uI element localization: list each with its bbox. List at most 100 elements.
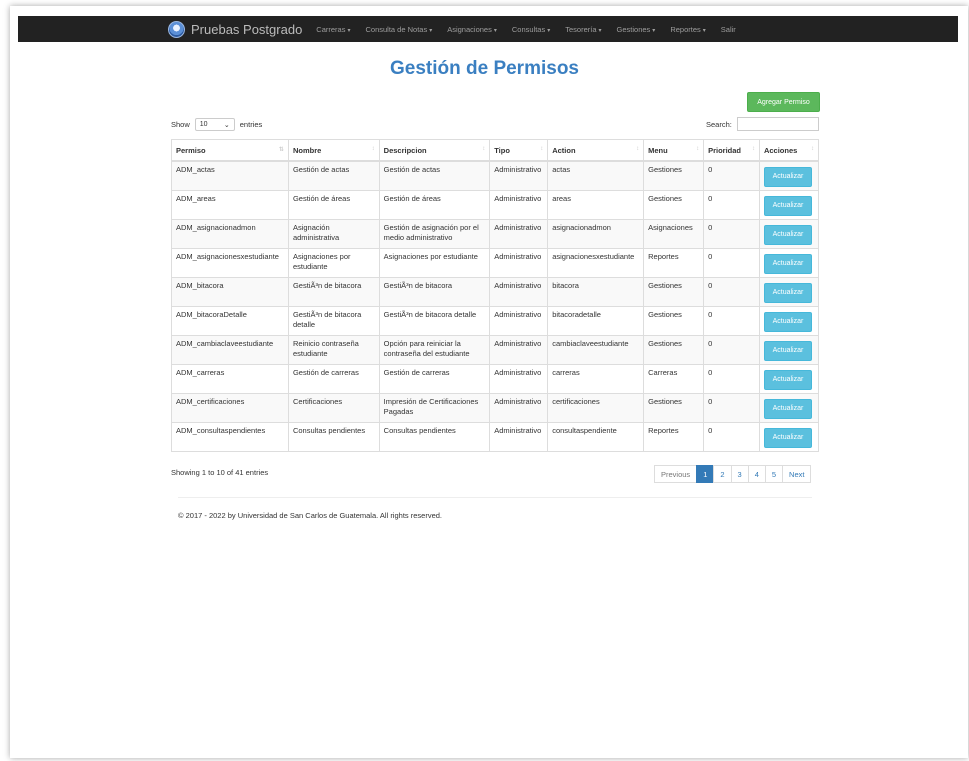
sort-icon: ↕ [751, 146, 755, 152]
column-header[interactable]: Permiso ⇅ [171, 139, 289, 162]
caret-down-icon: ▾ [347, 27, 351, 34]
table-cell: Administrativo [489, 364, 548, 394]
page-button[interactable]: 1 [696, 465, 715, 483]
nav-item-0[interactable]: Carreras ▾ [316, 25, 350, 34]
nav-item-1[interactable]: Consulta de Notas ▾ [366, 25, 433, 34]
table-cell: bitacoradetalle [547, 306, 644, 336]
table-cell: Gestiones [643, 160, 704, 191]
actions-cell: Actualizar [758, 277, 820, 307]
page-button[interactable]: 4 [747, 465, 766, 483]
table-cell: ADM_cambiaclaveestudiante [171, 335, 289, 365]
table-cell: GestiÃ³n de bitacora [378, 277, 490, 307]
caret-down-icon: ▾ [598, 27, 602, 34]
update-button[interactable]: Actualizar [763, 370, 812, 390]
search-label: Search: [706, 119, 732, 129]
update-button[interactable]: Actualizar [763, 225, 812, 245]
table-cell: ADM_actas [171, 160, 289, 191]
navbar: Pruebas Postgrado Carreras ▾ Consulta de N… [18, 16, 958, 42]
table-cell: ADM_carreras [171, 364, 289, 394]
caret-down-icon: ▾ [702, 27, 706, 34]
column-header-label: Tipo [494, 145, 510, 155]
column-header[interactable]: Nombre ↕ [287, 139, 380, 162]
table-cell: Reinicio contraseña estudiante [287, 335, 380, 365]
table-cell: Gestiones [643, 190, 704, 220]
brand[interactable]: Pruebas Postgrado [168, 20, 316, 38]
column-header[interactable]: Acciones ↕ [758, 139, 820, 162]
table-cell: Gestión de asignación por el medio admin… [378, 219, 490, 249]
nav-item-6[interactable]: Reportes ▾ [670, 25, 705, 34]
update-button[interactable]: Actualizar [763, 341, 812, 361]
sort-icon: ↕ [482, 146, 486, 152]
table-cell: asignacionadmon [547, 219, 644, 249]
nav-item-label: Reportes [670, 24, 701, 34]
update-button[interactable]: Actualizar [763, 312, 812, 332]
table-cell: ADM_consultaspendientes [171, 422, 289, 452]
table-header-row: Permiso ⇅ Nombre ↕ Descripcion ↕ Tipo ↕ Action ↕ M… [171, 139, 820, 162]
column-header[interactable]: Tipo ↕ [489, 139, 548, 162]
caret-down-icon: ▾ [652, 27, 656, 34]
table-cell: GestiÃ³n de bitacora detalle [378, 306, 490, 336]
page-title: Gestión de Permisos [389, 58, 579, 79]
update-button[interactable]: Actualizar [763, 399, 812, 419]
update-button[interactable]: Actualizar [763, 428, 812, 448]
column-header-label: Permiso [176, 145, 206, 155]
nav-item-2[interactable]: Asignaciones ▾ [447, 25, 497, 34]
table-body: ADM_actas Gestión de actas Gestión de acta… [171, 160, 820, 452]
entries-length-control: Show 10 ⌄ entries [171, 118, 262, 131]
table-row: ADM_asignacionadmon Asignación administra… [171, 219, 820, 249]
next-page-button[interactable]: Next [782, 465, 812, 483]
column-header[interactable]: Descripcion ↕ [378, 139, 490, 162]
footer-copyright: © 2017 - 2022 by Universidad de San Carl… [178, 511, 443, 520]
page-button[interactable]: 5 [764, 465, 784, 483]
table-cell: GestiÃ³n de bitacora detalle [287, 306, 380, 336]
column-header[interactable]: Action ↕ [547, 139, 644, 162]
table-row: ADM_cambiaclaveestudiante Reinicio contra… [171, 335, 820, 365]
column-header[interactable]: Menu ↕ [643, 139, 704, 162]
previous-page-button[interactable]: Previous [654, 465, 698, 483]
table-row: ADM_consultaspendientes Consultas pendien… [171, 422, 820, 452]
table-cell: Gestión de actas [287, 160, 380, 191]
update-button[interactable]: Actualizar [763, 283, 812, 303]
table-cell: Gestión de actas [378, 160, 490, 191]
nav-item-7[interactable]: Salir [721, 25, 736, 34]
show-label: Show [171, 120, 190, 129]
nav-item-4[interactable]: Tesorería ▾ [565, 25, 601, 34]
table-cell: 0 [703, 248, 760, 278]
table-cell: Gestiones [643, 335, 704, 365]
update-button[interactable]: Actualizar [763, 167, 812, 187]
table-cell: 0 [703, 277, 760, 307]
page-button[interactable]: 3 [730, 465, 749, 483]
search-control: Search: [706, 117, 819, 131]
table-cell: Reportes [643, 248, 704, 278]
nav-item-label: Tesorería [565, 24, 597, 34]
add-permission-button[interactable]: Agregar Permiso [747, 92, 820, 112]
sort-icon: ⇅ [278, 147, 284, 153]
update-button[interactable]: Actualizar [763, 196, 812, 216]
nav-item-label: Asignaciones [447, 24, 492, 34]
search-input[interactable] [736, 117, 819, 131]
column-header-label: Acciones [763, 145, 798, 155]
table-cell: Administrativo [489, 422, 548, 452]
page-numbers: 12345 [696, 465, 784, 483]
permissions-table: Permiso ⇅ Nombre ↕ Descripcion ↕ Tipo ↕ Action ↕ M… [171, 139, 820, 452]
update-button[interactable]: Actualizar [763, 254, 812, 274]
column-header-label: Nombre [292, 145, 322, 155]
table-cell: Administrativo [489, 190, 548, 220]
actions-cell: Actualizar [758, 306, 820, 336]
nav-item-5[interactable]: Gestiones ▾ [617, 25, 656, 34]
table-cell: Asignaciones por estudiante [287, 248, 380, 278]
chevron-down-icon: ⌄ [223, 121, 230, 129]
nav-item-3[interactable]: Consultas ▾ [512, 25, 550, 34]
table-cell: certificaciones [547, 393, 644, 423]
sort-icon: ↕ [811, 146, 814, 152]
table-cell: 0 [703, 393, 760, 423]
table-cell: 0 [703, 160, 760, 191]
column-header-label: Prioridad [708, 145, 742, 155]
entries-select[interactable]: 10 ⌄ [194, 118, 235, 131]
table-cell: GestiÃ³n de bitacora [287, 277, 380, 307]
page-button[interactable]: 2 [713, 465, 732, 483]
column-header[interactable]: Prioridad ↕ [703, 139, 760, 162]
table-cell: Reportes [643, 422, 704, 452]
sort-icon: ↕ [636, 146, 640, 152]
table-cell: asignacionesxestudiante [547, 248, 644, 278]
